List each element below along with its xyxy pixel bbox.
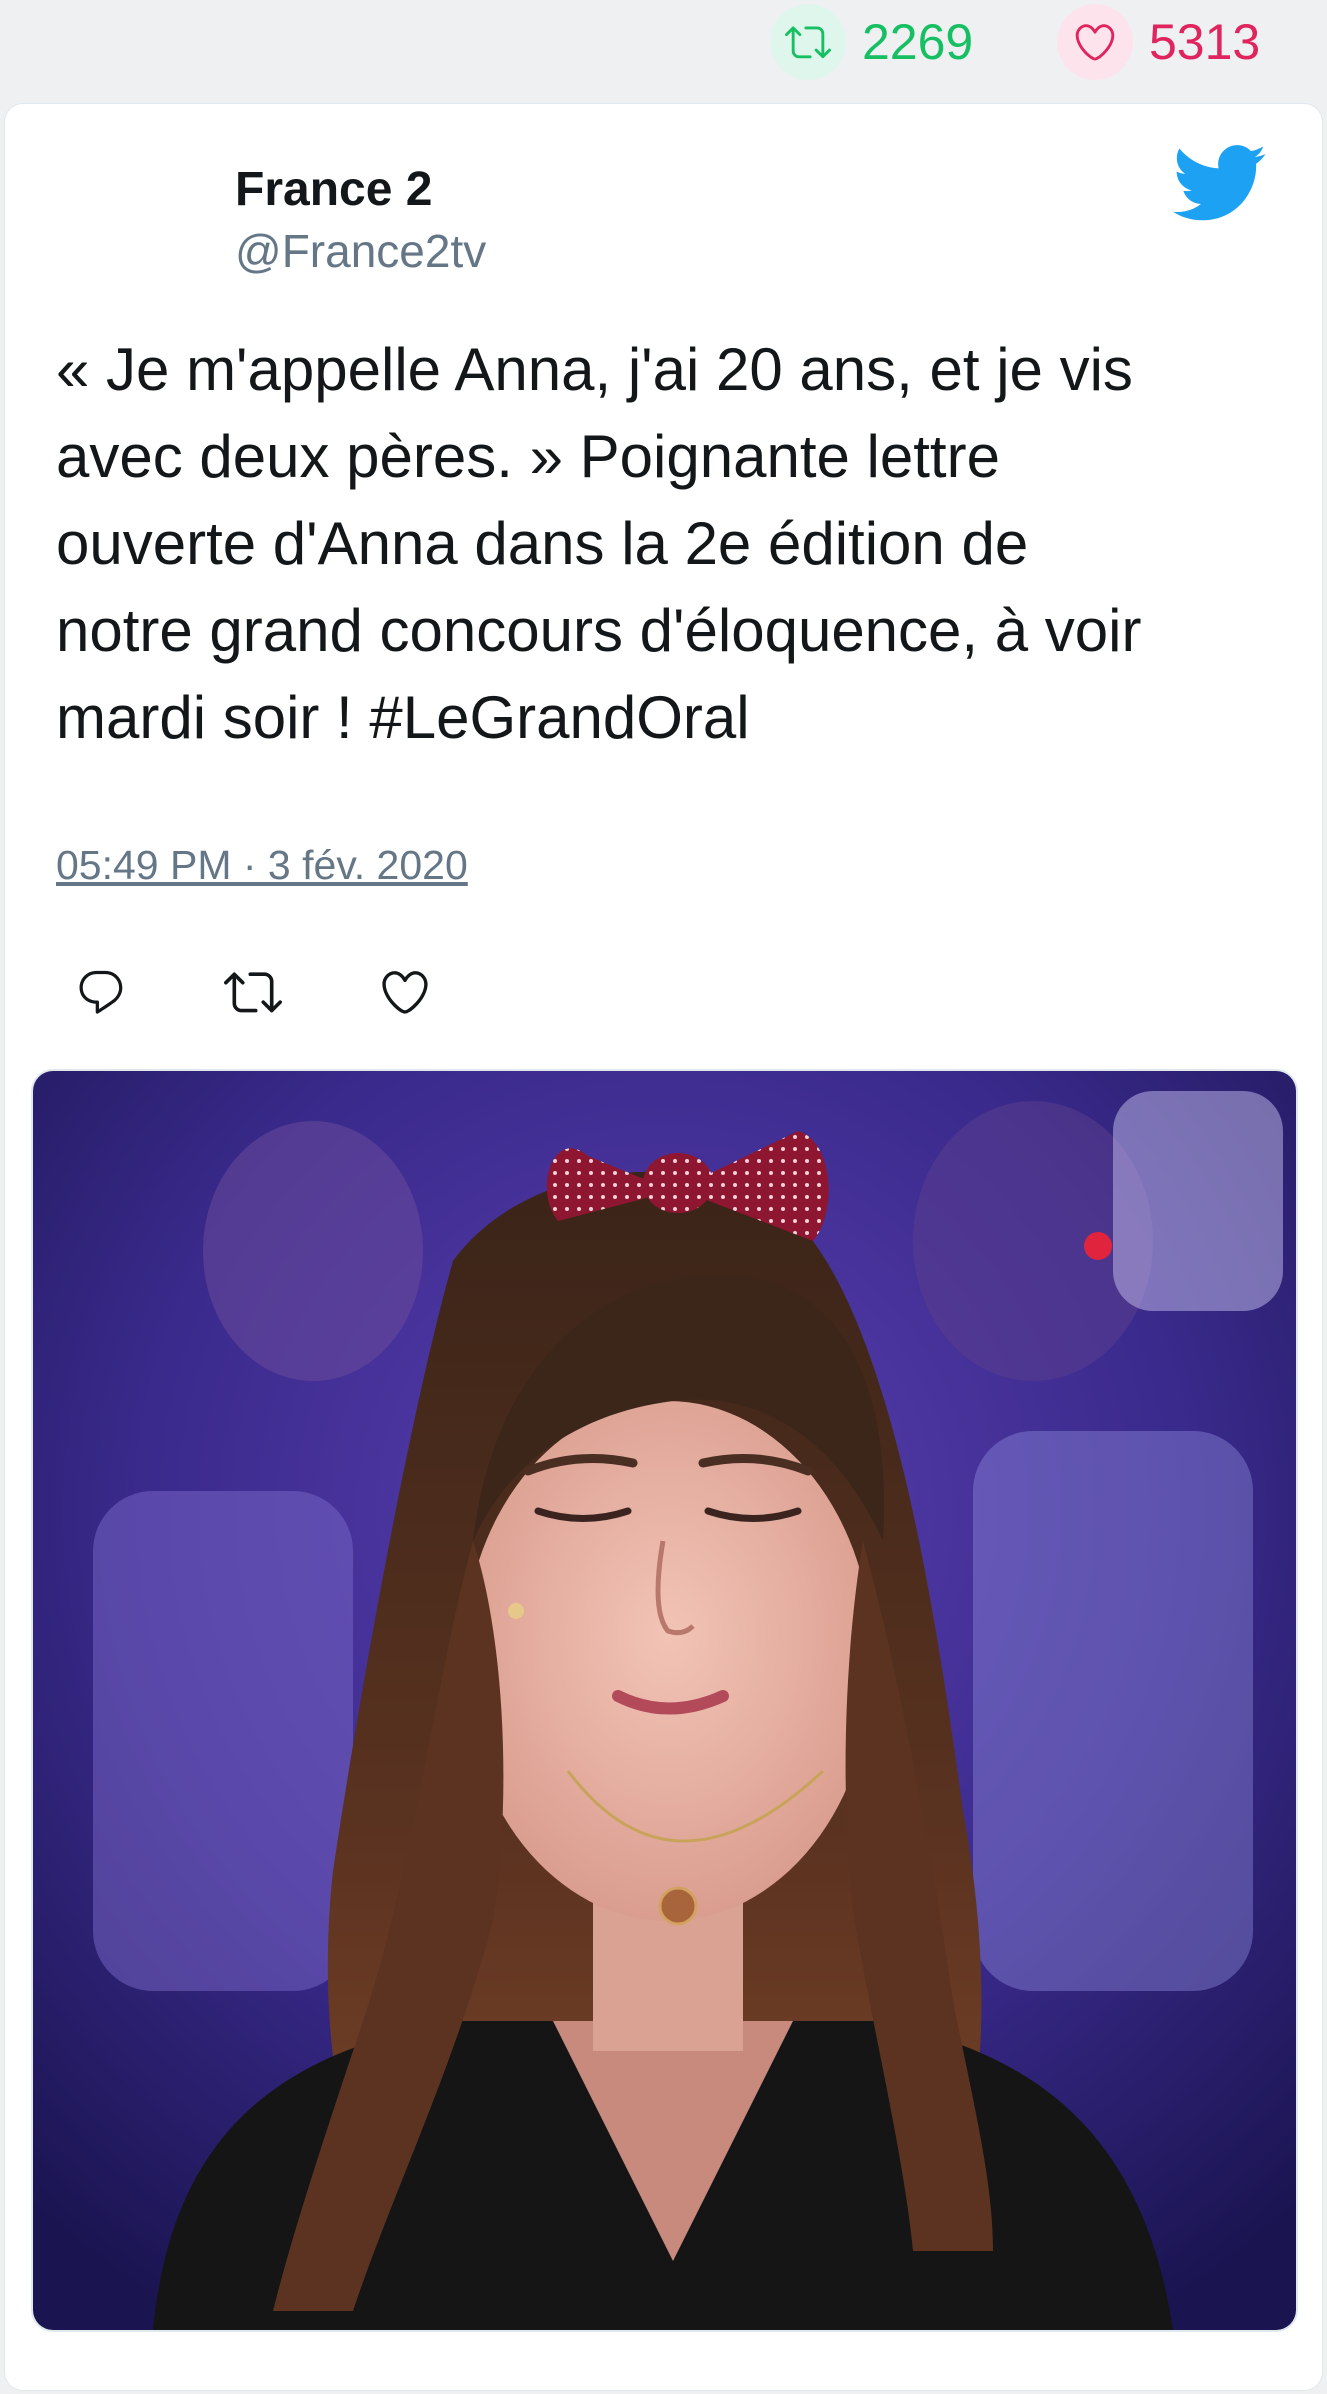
retweet-count: 2269 bbox=[862, 14, 974, 70]
tweet-card: France 2 @France2tv « Je m'appelle Anna,… bbox=[5, 104, 1322, 2390]
tweet-text: « Je m'appelle Anna, j'ai 20 ans, et je … bbox=[56, 336, 1142, 751]
retweet-button[interactable] bbox=[208, 952, 298, 1032]
retweet-stat[interactable]: 2269 bbox=[770, 4, 973, 80]
tweet-actions bbox=[56, 952, 512, 1032]
like-button[interactable] bbox=[360, 952, 450, 1032]
twitter-bird-icon[interactable] bbox=[1168, 142, 1268, 224]
heart-icon bbox=[382, 971, 428, 1014]
reply-button[interactable] bbox=[56, 952, 146, 1032]
heart-icon bbox=[1057, 4, 1133, 80]
engagement-stats: 2269 5313 bbox=[0, 0, 1327, 100]
author-name[interactable]: France 2 bbox=[235, 162, 432, 217]
retweet-icon bbox=[224, 972, 282, 1013]
reply-icon bbox=[79, 970, 123, 1014]
retweet-icon bbox=[770, 4, 846, 80]
like-count: 5313 bbox=[1149, 14, 1261, 70]
like-stat[interactable]: 5313 bbox=[1057, 4, 1260, 80]
tweet-photo[interactable] bbox=[31, 1069, 1298, 2332]
tweet-timestamp[interactable]: 05:49 PM · 3 fév. 2020 bbox=[56, 842, 468, 889]
photo-illustration bbox=[33, 1071, 1296, 2330]
author-handle[interactable]: @France2tv bbox=[235, 224, 486, 278]
